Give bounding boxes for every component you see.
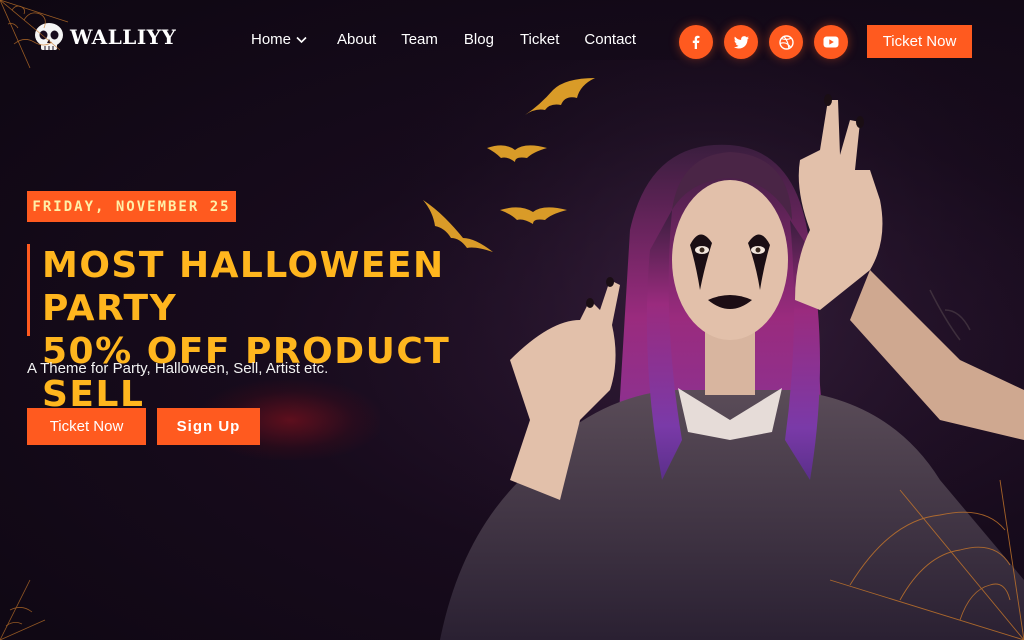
twitter-icon	[733, 35, 749, 48]
nav-blog-label: Blog	[463, 31, 494, 48]
twitter-button[interactable]	[724, 25, 758, 59]
nav-contact[interactable]: Contact	[584, 31, 636, 48]
bat-icon	[525, 78, 595, 115]
hero-subtitle: A Theme for Party, Halloween, Sell, Arti…	[27, 360, 329, 377]
nav-ticket[interactable]: Ticket	[520, 31, 559, 48]
dribbble-icon	[778, 34, 794, 50]
hero-signup-button[interactable]: Sign Up	[157, 408, 260, 445]
logo-text: WALLIYY	[70, 25, 177, 49]
social-links	[679, 25, 848, 59]
nav-team[interactable]: Team	[401, 31, 438, 48]
header-ticket-button[interactable]: Ticket Now	[867, 25, 972, 58]
hero-ticket-button[interactable]: Ticket Now	[27, 408, 146, 445]
facebook-icon	[692, 35, 700, 49]
nav-home-label: Home	[251, 31, 292, 48]
title-accent-bar	[27, 244, 30, 336]
facebook-button[interactable]	[679, 25, 713, 59]
youtube-icon	[823, 36, 839, 48]
bats-decoration	[423, 78, 595, 252]
nav-blog[interactable]: Blog	[464, 31, 494, 48]
spider-web-top-left	[0, 0, 69, 69]
hero-title-line-1: MOST HALLOWEEN PARTY	[42, 245, 445, 329]
event-date-badge: FRIDAY, NOVEMBER 25	[27, 191, 236, 222]
nav-contact-label: Contact	[584, 31, 637, 48]
nav-team-label: Team	[401, 31, 438, 48]
main-nav: Home About Team Blog Ticket Contact	[251, 31, 636, 48]
nav-about-label: About	[337, 31, 377, 48]
nav-home[interactable]: Home	[251, 31, 307, 48]
nav-about[interactable]: About	[337, 31, 376, 48]
dribbble-button[interactable]	[769, 25, 803, 59]
nav-ticket-label: Ticket	[519, 31, 560, 48]
spider-web-bottom-left	[0, 579, 46, 640]
chevron-down-icon	[296, 36, 307, 43]
bat-icon	[487, 145, 547, 162]
youtube-button[interactable]	[814, 25, 848, 59]
bat-icon	[500, 207, 567, 224]
